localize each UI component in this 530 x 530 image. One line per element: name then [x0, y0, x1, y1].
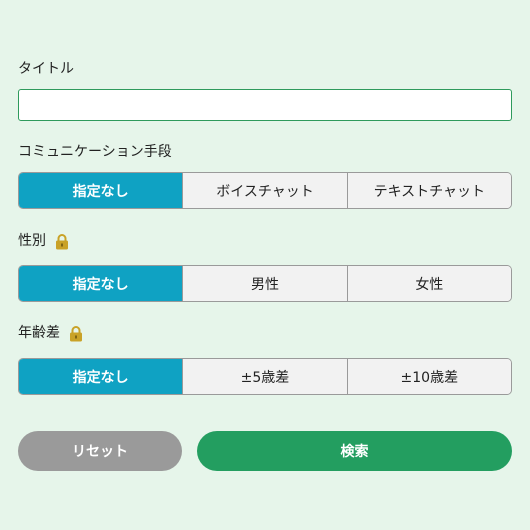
- gender-option-male[interactable]: 男性: [182, 266, 347, 301]
- gender-label: 性別: [18, 233, 46, 249]
- reset-button[interactable]: リセット: [18, 431, 182, 471]
- gender-option-none[interactable]: 指定なし: [19, 266, 183, 301]
- communication-option-text-chat[interactable]: テキストチャット: [346, 173, 511, 208]
- gender-label-row: 性別: [18, 232, 70, 250]
- age-gap-option-10[interactable]: ±10歳差: [346, 359, 511, 394]
- communication-option-none[interactable]: 指定なし: [19, 173, 183, 208]
- title-label: タイトル: [18, 61, 74, 77]
- gender-selector: 指定なし 男性 女性: [18, 265, 512, 302]
- gender-option-female[interactable]: 女性: [346, 266, 511, 301]
- communication-label: コミュニケーション手段: [18, 144, 172, 160]
- title-input[interactable]: [18, 89, 512, 121]
- age-gap-label: 年齢差: [18, 325, 60, 341]
- age-gap-option-5[interactable]: ±5歳差: [182, 359, 347, 394]
- age-gap-selector: 指定なし ±5歳差 ±10歳差: [18, 358, 512, 395]
- age-gap-option-none[interactable]: 指定なし: [19, 359, 183, 394]
- lock-icon: [68, 325, 84, 342]
- communication-option-voice-chat[interactable]: ボイスチャット: [182, 173, 347, 208]
- search-form: タイトル コミュニケーション手段 指定なし ボイスチャット テキストチャット 性…: [0, 0, 530, 530]
- communication-selector: 指定なし ボイスチャット テキストチャット: [18, 172, 512, 209]
- age-gap-label-row: 年齢差: [18, 324, 84, 342]
- lock-icon: [54, 233, 70, 250]
- search-button[interactable]: 検索: [197, 431, 512, 471]
